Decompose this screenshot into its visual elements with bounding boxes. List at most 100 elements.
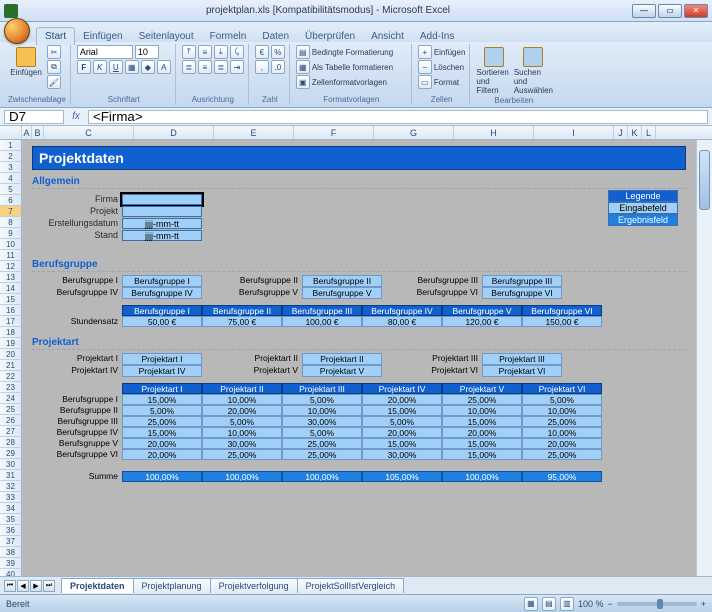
row-header-39[interactable]: 39 bbox=[0, 558, 22, 569]
row-header-8[interactable]: 8 bbox=[0, 217, 22, 228]
pa-cell[interactable]: 25,00% bbox=[122, 416, 202, 427]
name-box[interactable] bbox=[4, 110, 64, 124]
pa-cell[interactable]: 5,00% bbox=[202, 416, 282, 427]
pa-cell[interactable]: 5,00% bbox=[282, 427, 362, 438]
col-header-F[interactable]: F bbox=[294, 126, 374, 139]
ribbon-tab-add-ins[interactable]: Add-Ins bbox=[412, 28, 462, 45]
row-header-38[interactable]: 38 bbox=[0, 547, 22, 558]
pa-cell[interactable]: 20,00% bbox=[362, 394, 442, 405]
pa-cell[interactable]: 10,00% bbox=[522, 427, 602, 438]
percent-icon[interactable]: % bbox=[271, 45, 285, 59]
zoom-out-button[interactable]: − bbox=[607, 599, 612, 609]
col-header-K[interactable]: K bbox=[628, 126, 642, 139]
conditional-format-button[interactable]: ▤Bedingte Formatierung bbox=[296, 45, 393, 59]
orientation-icon[interactable]: ⤹ bbox=[230, 45, 244, 59]
col-header-G[interactable]: G bbox=[374, 126, 454, 139]
pa-cell[interactable]: 25,00% bbox=[522, 449, 602, 460]
cut-icon[interactable]: ✂ bbox=[47, 45, 61, 59]
pa-cell[interactable]: 15,00% bbox=[122, 394, 202, 405]
decimal-inc-icon[interactable]: .0 bbox=[271, 60, 285, 74]
align-bottom-icon[interactable]: ⤓ bbox=[214, 45, 228, 59]
field-value[interactable] bbox=[122, 194, 202, 205]
pa-cell[interactable]: 10,00% bbox=[442, 405, 522, 416]
tab-nav-last[interactable]: ⏭ bbox=[43, 580, 55, 592]
row-header-19[interactable]: 19 bbox=[0, 338, 22, 349]
row-header-33[interactable]: 33 bbox=[0, 492, 22, 503]
row-header-21[interactable]: 21 bbox=[0, 360, 22, 371]
pa-cell[interactable]: 10,00% bbox=[282, 405, 362, 416]
view-pagebreak-icon[interactable]: ▥ bbox=[560, 597, 574, 611]
row-header-5[interactable]: 5 bbox=[0, 184, 22, 195]
row-header-14[interactable]: 14 bbox=[0, 283, 22, 294]
indent-icon[interactable]: ⇥ bbox=[230, 60, 244, 74]
ribbon-tab-start[interactable]: Start bbox=[36, 27, 75, 45]
format-painter-icon[interactable]: 🖌 bbox=[47, 75, 61, 89]
align-middle-icon[interactable]: ≡ bbox=[198, 45, 212, 59]
align-right-icon[interactable]: ≣ bbox=[214, 60, 228, 74]
row-header-20[interactable]: 20 bbox=[0, 349, 22, 360]
row-header-3[interactable]: 3 bbox=[0, 162, 22, 173]
currency-icon[interactable]: € bbox=[255, 45, 269, 59]
pa-cell[interactable]: 15,00% bbox=[442, 449, 522, 460]
pa-cell[interactable]: 25,00% bbox=[442, 394, 522, 405]
view-normal-icon[interactable]: ▦ bbox=[524, 597, 538, 611]
col-header-A[interactable]: A bbox=[22, 126, 32, 139]
cell-styles-button[interactable]: ▣Zellenformatvorlagen bbox=[296, 75, 393, 89]
pa-cell[interactable]: 15,00% bbox=[362, 438, 442, 449]
col-header-C[interactable]: C bbox=[44, 126, 134, 139]
row-headers[interactable]: 1234567891011121314151617181920212223242… bbox=[0, 140, 22, 576]
stundensatz-cell[interactable]: 75,00 € bbox=[202, 316, 282, 327]
fx-icon[interactable]: fx bbox=[68, 111, 84, 122]
col-header-H[interactable]: H bbox=[454, 126, 534, 139]
font-name-select[interactable] bbox=[77, 45, 133, 59]
pa-cell[interactable]: 20,00% bbox=[362, 427, 442, 438]
row-header-16[interactable]: 16 bbox=[0, 305, 22, 316]
row-header-25[interactable]: 25 bbox=[0, 404, 22, 415]
row-header-10[interactable]: 10 bbox=[0, 239, 22, 250]
row-header-29[interactable]: 29 bbox=[0, 448, 22, 459]
row-header-36[interactable]: 36 bbox=[0, 525, 22, 536]
sort-filter-button[interactable]: Sortieren und Filtern bbox=[476, 45, 512, 95]
row-header-23[interactable]: 23 bbox=[0, 382, 22, 393]
fill-color-button[interactable]: ◆ bbox=[141, 60, 155, 74]
minimize-button[interactable]: — bbox=[632, 4, 656, 18]
ribbon-tab-überprüfen[interactable]: Überprüfen bbox=[297, 28, 363, 45]
row-header-4[interactable]: 4 bbox=[0, 173, 22, 184]
maximize-button[interactable]: ▭ bbox=[658, 4, 682, 18]
zoom-in-button[interactable]: + bbox=[701, 599, 706, 609]
col-header-E[interactable]: E bbox=[214, 126, 294, 139]
pa-cell[interactable]: 10,00% bbox=[522, 405, 602, 416]
italic-button[interactable]: K bbox=[93, 60, 107, 74]
row-header-35[interactable]: 35 bbox=[0, 514, 22, 525]
pa-cell[interactable]: 25,00% bbox=[282, 438, 362, 449]
stundensatz-cell[interactable]: 50,00 € bbox=[122, 316, 202, 327]
row-header-27[interactable]: 27 bbox=[0, 426, 22, 437]
row-header-31[interactable]: 31 bbox=[0, 470, 22, 481]
pa-cell[interactable]: 10,00% bbox=[202, 427, 282, 438]
row-header-32[interactable]: 32 bbox=[0, 481, 22, 492]
field-value[interactable]: jjjj-mm-tt bbox=[122, 218, 202, 229]
font-size-select[interactable] bbox=[135, 45, 159, 59]
stundensatz-cell[interactable]: 100,00 € bbox=[282, 316, 362, 327]
column-headers[interactable]: ABCDEFGHIJKL bbox=[0, 126, 712, 140]
row-header-37[interactable]: 37 bbox=[0, 536, 22, 547]
row-header-15[interactable]: 15 bbox=[0, 294, 22, 305]
ribbon-tab-einfügen[interactable]: Einfügen bbox=[75, 28, 130, 45]
stundensatz-cell[interactable]: 120,00 € bbox=[442, 316, 522, 327]
formula-input[interactable] bbox=[88, 110, 708, 124]
office-button[interactable] bbox=[4, 18, 30, 44]
row-header-12[interactable]: 12 bbox=[0, 261, 22, 272]
col-header-corner[interactable] bbox=[0, 126, 22, 139]
ribbon-tab-formeln[interactable]: Formeln bbox=[202, 28, 255, 45]
format-cells-button[interactable]: ▭Format bbox=[418, 75, 466, 89]
align-left-icon[interactable]: ≣ bbox=[182, 60, 196, 74]
sheet-tab-projektplanung[interactable]: Projektplanung bbox=[133, 578, 211, 593]
close-button[interactable]: ✕ bbox=[684, 4, 708, 18]
row-header-28[interactable]: 28 bbox=[0, 437, 22, 448]
row-header-17[interactable]: 17 bbox=[0, 316, 22, 327]
pa-cell[interactable]: 20,00% bbox=[202, 405, 282, 416]
col-header-B[interactable]: B bbox=[32, 126, 44, 139]
row-header-2[interactable]: 2 bbox=[0, 151, 22, 162]
align-top-icon[interactable]: ⤒ bbox=[182, 45, 196, 59]
row-header-40[interactable]: 40 bbox=[0, 569, 22, 576]
